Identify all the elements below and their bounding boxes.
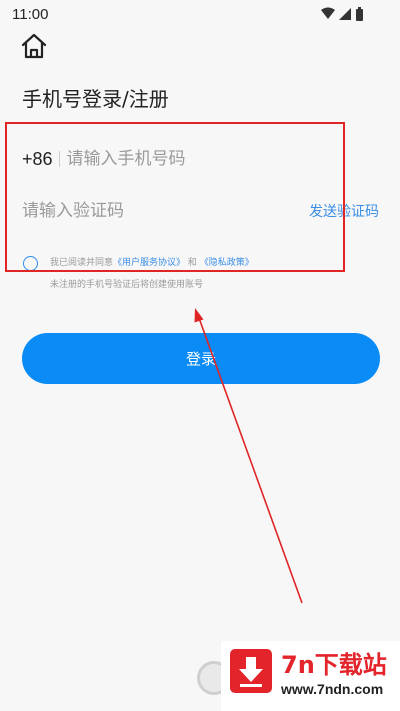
page-title: 手机号登录/注册 bbox=[22, 87, 169, 111]
status-icons bbox=[321, 7, 363, 21]
status-bar: 11:00 bbox=[0, 0, 400, 30]
battery-icon bbox=[356, 9, 363, 21]
annotation-highlight-box bbox=[5, 122, 345, 272]
download-logo-icon bbox=[230, 649, 272, 693]
wifi-icon bbox=[321, 7, 335, 19]
watermark-title: 7n下载站 bbox=[281, 651, 387, 679]
login-button[interactable]: 登录 bbox=[22, 333, 380, 384]
signal-icon bbox=[339, 8, 351, 20]
watermark-url: www.7ndn.com bbox=[281, 681, 384, 697]
register-note: 未注册的手机号验证后将创建使用账号 bbox=[50, 280, 204, 290]
home-icon bbox=[21, 33, 47, 59]
status-time: 11:00 bbox=[12, 6, 49, 23]
home-button[interactable] bbox=[20, 32, 48, 60]
watermark: 7n下载站 www.7ndn.com bbox=[221, 641, 400, 711]
